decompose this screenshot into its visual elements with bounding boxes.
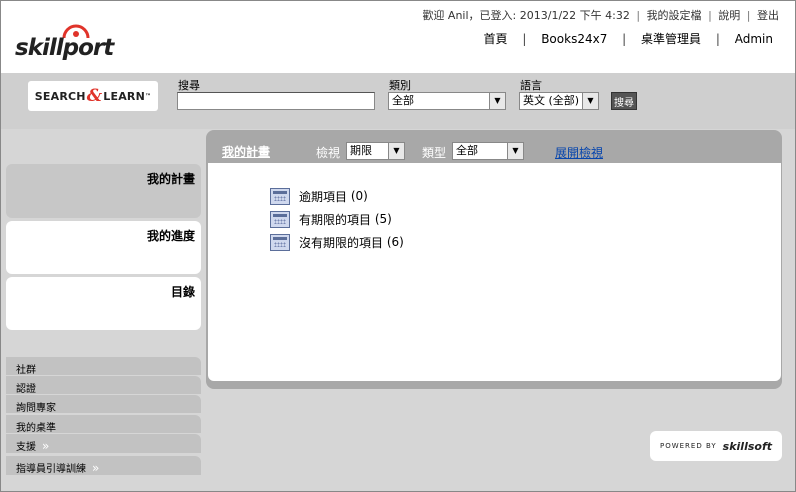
type-select[interactable]: 全部 ▼ <box>452 142 524 160</box>
top-links: 歡迎 Anil，已登入: 2013/1/22 下午 4:32 | 我的設定檔 |… <box>422 9 779 22</box>
nav-books24x7[interactable]: Books24x7 <box>541 32 607 46</box>
nav-standards-manager[interactable]: 桌準管理員 <box>641 32 701 46</box>
sidebar-my-progress[interactable]: 我的進度 <box>6 221 201 274</box>
sidebar-my-plan[interactable]: 我的計畫 <box>6 164 201 218</box>
chevron-down-icon: ▼ <box>388 143 404 159</box>
nav-home[interactable]: 首頁 <box>483 32 507 46</box>
chevron-down-icon: ▼ <box>582 93 598 109</box>
type-label: 類型 <box>422 146 447 160</box>
calendar-icon <box>270 233 290 251</box>
expand-view-link[interactable]: 展開檢視 <box>555 144 603 161</box>
sidebar-link-ilt[interactable]: 指導員引導訓練» <box>6 456 201 475</box>
double-chevron-icon: » <box>92 461 100 475</box>
search-and-learn-logo: SEARCH & LEARN ™ <box>28 81 158 111</box>
nav-admin[interactable]: Admin <box>735 32 773 46</box>
plan-item-overdue[interactable]: 逾期項目 (0) <box>270 187 368 205</box>
view-label: 檢視 <box>316 146 341 160</box>
my-profile-link[interactable]: 我的設定檔 <box>647 9 702 22</box>
chevron-down-icon: ▼ <box>507 143 523 159</box>
chevron-down-icon: ▼ <box>489 93 505 109</box>
search-button[interactable]: 搜尋 <box>611 92 637 110</box>
sidebar-link-support[interactable]: 支援» <box>6 434 201 453</box>
plan-title[interactable]: 我的計畫 <box>222 143 270 160</box>
search-input[interactable] <box>177 92 375 110</box>
sidebar-catalog[interactable]: 目錄 <box>6 277 201 330</box>
calendar-icon <box>270 187 290 205</box>
search-query-label: 搜尋 <box>178 79 200 92</box>
sidebar-link-certification[interactable]: 認證 <box>6 376 201 395</box>
search-band: SEARCH & LEARN ™ 搜尋 類別 全部 ▼ 語言 英文 (全部) ▼ 搜尋 <box>1 73 795 129</box>
double-chevron-icon: » <box>42 439 50 453</box>
logo-wordmark: skillport <box>15 35 114 61</box>
view-select[interactable]: 期限 ▼ <box>346 142 405 160</box>
help-link[interactable]: 說明 <box>718 9 740 22</box>
sidebar-link-community[interactable]: 社群 <box>6 357 201 376</box>
logout-link[interactable]: 登出 <box>757 9 779 22</box>
plan-item-with-due-date[interactable]: 有期限的項目 (5) <box>270 210 392 228</box>
calendar-icon <box>270 210 290 228</box>
skillport-logo[interactable]: skillport <box>13 17 123 67</box>
plan-item-without-due-date[interactable]: 沒有期限的項目 (6) <box>270 233 404 251</box>
language-label: 語言 <box>520 79 542 92</box>
language-select[interactable]: 英文 (全部) ▼ <box>519 92 599 110</box>
sidebar-link-my-standards[interactable]: 我的桌準 <box>6 415 201 434</box>
category-select[interactable]: 全部 ▼ <box>388 92 506 110</box>
powered-by-skillsoft-logo: POWERED BY skillsoft <box>650 431 782 461</box>
category-label: 類別 <box>389 79 411 92</box>
sidebar-link-ask-expert[interactable]: 詢問專家 <box>6 395 201 414</box>
header: skillport 歡迎 Anil，已登入: 2013/1/22 下午 4:32… <box>1 1 795 73</box>
main-nav: 首頁 | Books24x7 | 桌準管理員 | Admin <box>483 32 773 46</box>
welcome-text: 歡迎 Anil，已登入: 2013/1/22 下午 4:32 <box>422 9 630 22</box>
